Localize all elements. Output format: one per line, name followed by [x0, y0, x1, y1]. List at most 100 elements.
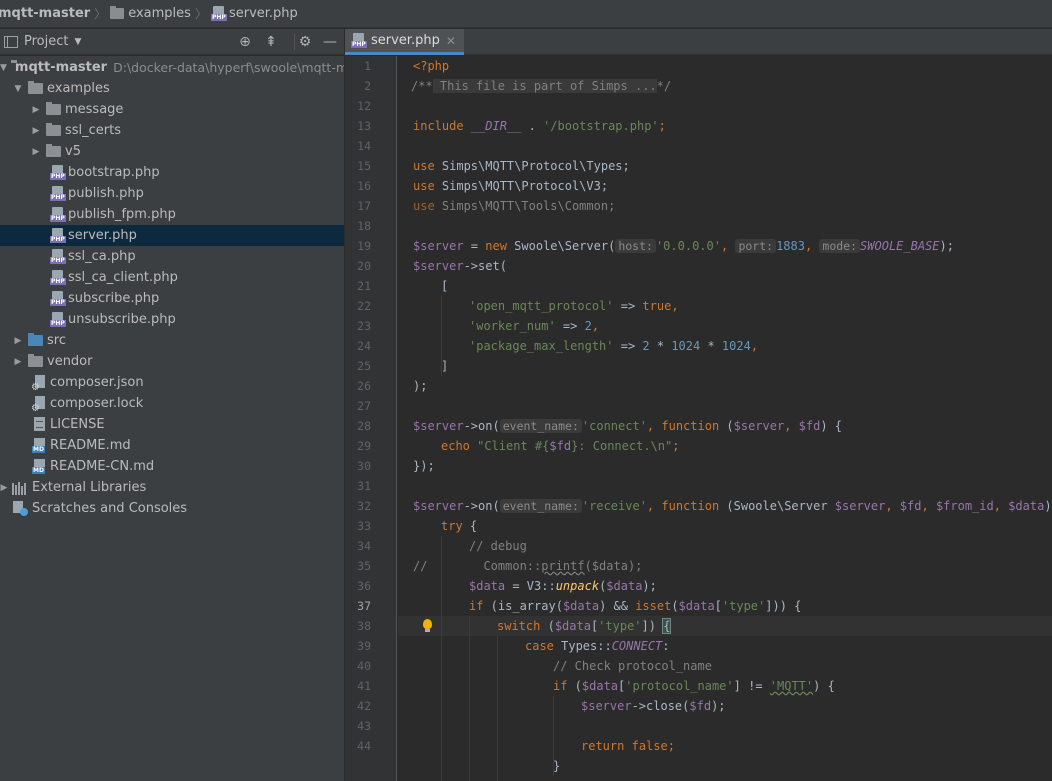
tree-item-unsubscribe-php[interactable]: unsubscribe.php [0, 309, 344, 330]
code-token: ; [672, 439, 680, 453]
code-token: , [646, 419, 662, 433]
code-line-19: $server->set( [413, 256, 507, 276]
code-token: CONNECT [611, 639, 663, 653]
tree-item-v5[interactable]: ▶ v5 [0, 141, 344, 162]
collapse-arrow-icon[interactable]: ▶ [0, 483, 8, 493]
collapse-arrow-icon[interactable]: ▶ [30, 126, 42, 136]
indent-guide [469, 616, 470, 781]
code-token: ] != [733, 679, 770, 693]
tree-item-license[interactable]: LICENSE [0, 414, 344, 435]
code-token: if [553, 679, 568, 693]
expand-arrow-icon[interactable]: ▼ [12, 84, 24, 94]
line-number: 1 [364, 59, 371, 73]
tree-item-label: v5 [65, 144, 81, 159]
code-token: $fd [689, 699, 712, 713]
close-icon[interactable]: ✕ [446, 34, 456, 48]
line-number: 12 [357, 99, 371, 113]
gear-icon[interactable]: ⚙ [295, 32, 315, 52]
collapse-arrow-icon[interactable]: ▶ [30, 147, 42, 157]
tree-item-vendor[interactable]: ▶ vendor [0, 351, 344, 372]
project-panel-header: Project ▼ ⊕ ⇞ ⚙ — [0, 29, 344, 55]
code-token: '0.0.0.0' [655, 239, 721, 253]
code-token: ( [719, 419, 734, 433]
tree-item-readme-cn-md[interactable]: README-CN.md [0, 456, 344, 477]
tree-item-label: unsubscribe.php [68, 312, 176, 327]
code-token: false [631, 739, 668, 753]
tree-item-external-libraries[interactable]: ▶ External Libraries [0, 477, 344, 498]
code-token: ); [642, 579, 657, 593]
code-token: set [478, 259, 500, 273]
line-number: 42 [357, 699, 371, 713]
code-line-43: return false; [581, 736, 675, 756]
tab-server-php[interactable]: server.php ✕ [345, 29, 464, 55]
php-file-icon [50, 249, 66, 264]
code-token: 2 [584, 319, 592, 333]
collapse-arrow-icon[interactable]: ▶ [12, 336, 24, 346]
tree-item-server-php[interactable]: server.php [0, 225, 344, 246]
collapse-arrow-icon[interactable]: ▶ [12, 357, 24, 367]
php-file-icon [50, 207, 66, 222]
editor-gutter[interactable]: 1 2 12 13 14 15 16 17 18 19 20 21 22 23 24 25 26 27 28 29 30… [345, 56, 413, 781]
tree-item-ssl-ca-client-php[interactable]: ssl_ca_client.php [0, 267, 344, 288]
code-token: $data [581, 679, 619, 693]
breadcrumb-project[interactable]: mqtt-master [0, 6, 90, 21]
code-token: $server [834, 499, 886, 513]
locate-icon[interactable]: ⊕ [235, 32, 255, 52]
parameter-hint: event_name: [499, 419, 582, 433]
tree-item-mqtt-master[interactable]: ▼ mqtt-master D:\docker-data\hyperf\swoo… [0, 57, 344, 78]
tree-item-bootstrap-php[interactable]: bootstrap.php [0, 162, 344, 183]
breadcrumb-file[interactable]: server.php [229, 6, 298, 21]
minimize-icon[interactable]: — [320, 32, 340, 52]
collapse-all-icon[interactable]: ⇞ [261, 32, 281, 52]
code-token: ) { [820, 419, 843, 433]
collapse-arrow-icon[interactable]: ▶ [30, 105, 42, 115]
tree-item-readme-md[interactable]: README.md [0, 435, 344, 456]
php-open-tag: <?php [413, 59, 450, 73]
tree-item-publish-php[interactable]: publish.php [0, 183, 344, 204]
code-token: * [649, 339, 672, 353]
tree-item-src[interactable]: ▶ src [0, 330, 344, 351]
line-number: 16 [357, 179, 371, 193]
tree-item-ssl-certs[interactable]: ▶ ssl_certs [0, 120, 344, 141]
code-token: try [441, 519, 463, 533]
expand-arrow-icon[interactable]: ▼ [0, 63, 7, 73]
tree-item-composer-lock[interactable]: composer.lock [0, 393, 344, 414]
scratches-icon [12, 501, 28, 516]
code-line-16: use Simps\MQTT\Tools\Common; [413, 196, 615, 216]
line-number: 14 [357, 139, 371, 153]
code-token: $server [413, 239, 464, 253]
breadcrumb-folder[interactable]: examples [128, 6, 191, 21]
tree-item-message[interactable]: ▶ message [0, 99, 344, 120]
code-token: 'protocol_name' [625, 679, 734, 693]
chevron-down-icon[interactable]: ▼ [74, 37, 81, 47]
intention-bulb-icon[interactable] [418, 615, 436, 633]
code-editor[interactable]: <?php /** This file is part of Simps ...… [398, 56, 1052, 781]
php-file-icon [50, 312, 66, 327]
folder-icon [46, 144, 61, 157]
project-view-icon [4, 35, 18, 48]
code-token: 'worker_num' [469, 319, 556, 333]
code-token: $fd [798, 419, 821, 433]
project-view-selector[interactable]: Project [24, 34, 68, 49]
code-token: -> [463, 419, 479, 433]
code-token: [ [714, 599, 722, 613]
code-token: Common:: [483, 559, 542, 573]
code-token: SWOOLE_BASE [860, 239, 940, 253]
code-token: 'receive' [581, 499, 647, 513]
code-token: function [661, 419, 720, 433]
code-token: Swoole\Server( [506, 239, 616, 253]
folded-comment[interactable]: This file is part of Simps ... [432, 79, 657, 93]
line-number: 41 [357, 679, 371, 693]
code-token: ])) { [765, 599, 802, 613]
tree-item-label: LICENSE [50, 417, 105, 432]
tree-item-subscribe-php[interactable]: subscribe.php [0, 288, 344, 309]
tree-item-publish-fpm-php[interactable]: publish_fpm.php [0, 204, 344, 225]
tree-item-path: D:\docker-data\hyperf\swoole\mqtt-ma [113, 60, 344, 75]
code-token: ; [658, 119, 666, 133]
code-token: $data [554, 619, 591, 633]
code-token: $server [413, 419, 464, 433]
tree-item-scratches[interactable]: Scratches and Consoles [0, 498, 344, 519]
tree-item-ssl-ca-php[interactable]: ssl_ca.php [0, 246, 344, 267]
tree-item-examples[interactable]: ▼ examples [0, 78, 344, 99]
tree-item-composer-json[interactable]: composer.json [0, 372, 344, 393]
